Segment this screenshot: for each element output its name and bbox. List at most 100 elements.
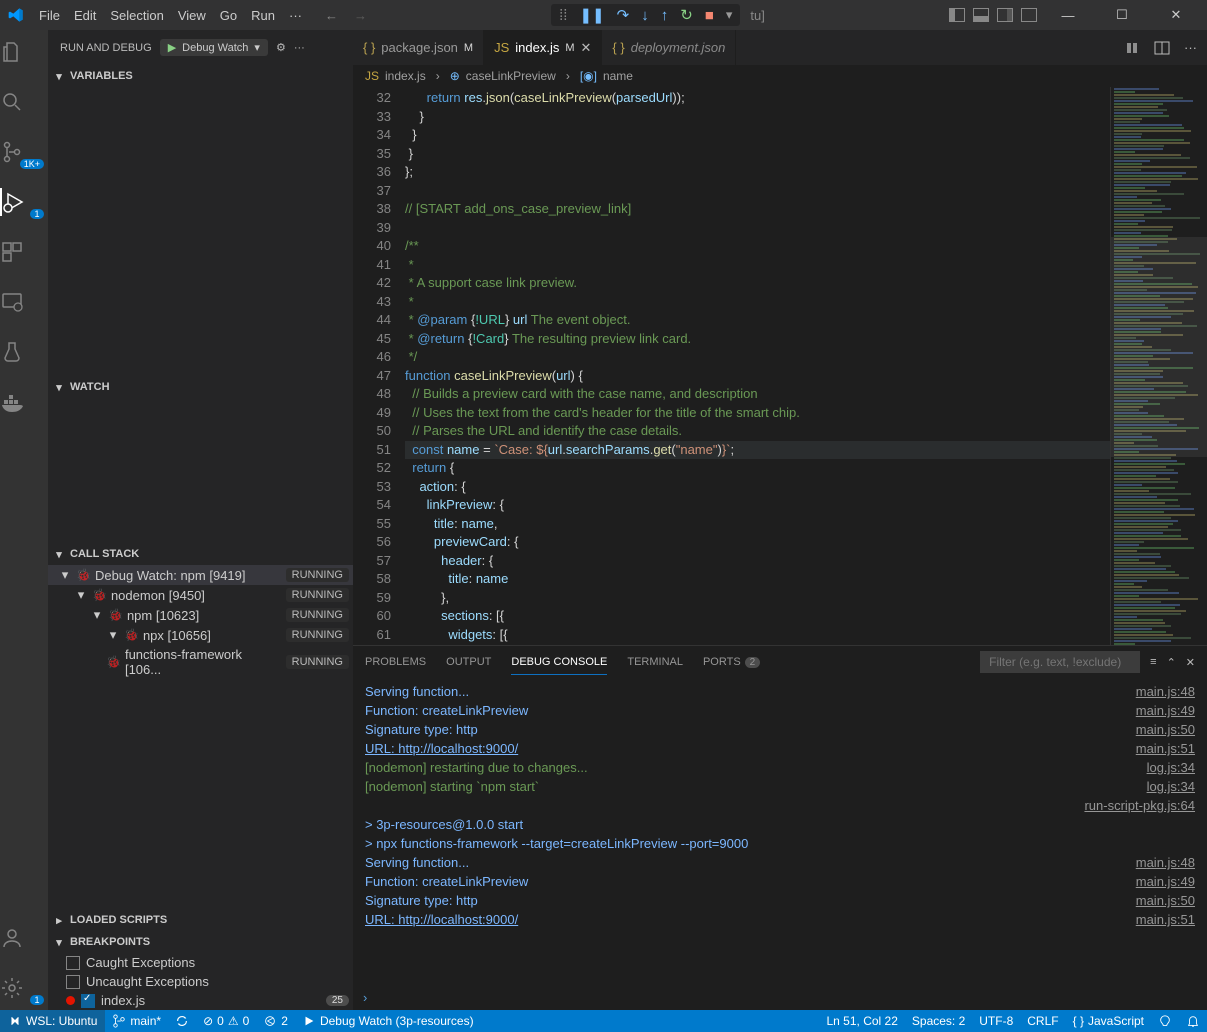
- section-variables[interactable]: VARIABLES: [48, 65, 353, 87]
- callstack-item[interactable]: 🐞npm [10623]RUNNING: [48, 605, 353, 625]
- breadcrumbs[interactable]: JS index.js ⊕caseLinkPreview [◉]name: [353, 65, 1207, 87]
- status-encoding[interactable]: UTF-8: [972, 1010, 1020, 1032]
- menu-edit[interactable]: Edit: [67, 8, 103, 23]
- step-out-icon[interactable]: ↑: [661, 7, 669, 24]
- nav-forward-icon[interactable]: →: [354, 8, 367, 23]
- status-feedback-icon[interactable]: [1151, 1010, 1179, 1032]
- expand-panel-icon[interactable]: ⌃: [1167, 656, 1176, 669]
- status-ports[interactable]: 2: [256, 1010, 295, 1032]
- status-eol[interactable]: CRLF: [1020, 1010, 1065, 1032]
- callstack-item[interactable]: 🐞Debug Watch: npm [9419]RUNNING: [48, 565, 353, 585]
- status-cursor[interactable]: Ln 51, Col 22: [820, 1010, 905, 1032]
- menu-file[interactable]: File: [32, 8, 67, 23]
- docker-icon[interactable]: [0, 388, 48, 416]
- step-into-icon[interactable]: ↓: [641, 7, 649, 24]
- settings-icon[interactable]: 1: [0, 974, 48, 1002]
- stop-icon[interactable]: ■: [705, 7, 714, 24]
- tab-package-json[interactable]: { }package.jsonM: [353, 30, 484, 65]
- close-panel-icon[interactable]: ✕: [1186, 656, 1195, 669]
- console-source-link[interactable]: main.js:51: [1136, 910, 1195, 929]
- source-control-icon[interactable]: 1K+: [0, 138, 48, 166]
- close-button[interactable]: ✕: [1153, 0, 1199, 30]
- title-search-fragment[interactable]: tu]: [750, 8, 764, 23]
- accounts-icon[interactable]: [0, 924, 48, 952]
- debug-target-chevron[interactable]: ▾: [726, 7, 733, 23]
- tab-output[interactable]: OUTPUT: [446, 650, 491, 674]
- drag-handle-icon[interactable]: ⁞⁞: [559, 7, 567, 24]
- menu-view[interactable]: View: [171, 8, 213, 23]
- console-source-link[interactable]: main.js:50: [1136, 720, 1195, 739]
- console-source-link[interactable]: main.js:49: [1136, 872, 1195, 891]
- config-gear-icon[interactable]: ⚙: [276, 41, 286, 54]
- menu-selection[interactable]: Selection: [103, 8, 170, 23]
- status-debug-target[interactable]: Debug Watch (3p-resources): [295, 1010, 481, 1032]
- console-source-link[interactable]: log.js:34: [1147, 777, 1195, 796]
- run-debug-icon[interactable]: 1: [0, 188, 48, 216]
- status-spaces[interactable]: Spaces: 2: [905, 1010, 972, 1032]
- breakpoint-uncaught[interactable]: Uncaught Exceptions: [48, 972, 353, 991]
- filter-icon[interactable]: ≡: [1150, 656, 1156, 668]
- more-icon[interactable]: ···: [294, 42, 305, 54]
- layout-left-icon[interactable]: [949, 8, 965, 22]
- menu-overflow[interactable]: ···: [282, 8, 309, 23]
- section-watch[interactable]: WATCH: [48, 376, 353, 398]
- repl-input[interactable]: ›: [353, 984, 1207, 1010]
- remote-explorer-icon[interactable]: [0, 288, 48, 316]
- tab-terminal[interactable]: TERMINAL: [627, 650, 683, 674]
- console-source-link[interactable]: run-script-pkg.js:64: [1084, 796, 1195, 815]
- minimize-button[interactable]: —: [1045, 0, 1091, 30]
- console-filter-input[interactable]: [980, 651, 1140, 673]
- console-source-link[interactable]: main.js:50: [1136, 891, 1195, 910]
- close-tab-icon[interactable]: ✕: [581, 40, 592, 56]
- minimap[interactable]: [1110, 87, 1207, 645]
- restart-icon[interactable]: ↻: [680, 6, 693, 24]
- layout-customize-icon[interactable]: [1021, 8, 1037, 22]
- layout-right-icon[interactable]: [997, 8, 1013, 22]
- tab-index-js[interactable]: JSindex.jsM✕: [484, 30, 602, 65]
- compare-icon[interactable]: [1124, 40, 1140, 56]
- play-icon: ▶: [168, 41, 176, 54]
- status-bell-icon[interactable]: [1179, 1010, 1207, 1032]
- status-language[interactable]: { }JavaScript: [1066, 1010, 1151, 1032]
- tab-ports[interactable]: PORTS2: [703, 650, 760, 674]
- status-sync[interactable]: [168, 1010, 196, 1032]
- tab-deployment-json[interactable]: { }deployment.json: [602, 30, 736, 65]
- search-icon[interactable]: [0, 88, 48, 116]
- code-editor[interactable]: return res.json(caseLinkPreview(parsedUr…: [405, 87, 1110, 645]
- step-over-icon[interactable]: ↷: [617, 6, 630, 24]
- breakpoint-caught[interactable]: Caught Exceptions: [48, 953, 353, 972]
- menu-go[interactable]: Go: [213, 8, 244, 23]
- split-editor-icon[interactable]: [1154, 40, 1170, 56]
- nav-back-icon[interactable]: ←: [325, 8, 338, 23]
- breakpoint-file[interactable]: index.js 25: [48, 991, 353, 1010]
- callstack-item[interactable]: 🐞npx [10656]RUNNING: [48, 625, 353, 645]
- section-breakpoints[interactable]: BREAKPOINTS: [48, 931, 353, 953]
- console-source-link[interactable]: main.js:48: [1136, 853, 1195, 872]
- console-source-link[interactable]: main.js:48: [1136, 682, 1195, 701]
- pause-icon[interactable]: ❚❚: [579, 6, 604, 24]
- maximize-button[interactable]: ☐: [1099, 0, 1145, 30]
- status-problems[interactable]: ⊘0 ⚠0: [196, 1010, 256, 1032]
- breakpoint-checkbox[interactable]: [81, 994, 95, 1008]
- tab-debug-console[interactable]: DEBUG CONSOLE: [511, 650, 607, 675]
- status-branch[interactable]: main*: [105, 1010, 168, 1032]
- debug-config-selector[interactable]: ▶ Debug Watch ▾: [160, 39, 268, 56]
- callstack-item[interactable]: 🐞nodemon [9450]RUNNING: [48, 585, 353, 605]
- more-actions-icon[interactable]: ···: [1184, 40, 1197, 55]
- section-loaded-scripts[interactable]: LOADED SCRIPTS: [48, 909, 353, 931]
- tab-problems[interactable]: PROBLEMS: [365, 650, 426, 674]
- line-gutter[interactable]: 3233343536373839404142434445464748495051…: [353, 87, 405, 645]
- layout-bottom-icon[interactable]: [973, 8, 989, 22]
- console-source-link[interactable]: main.js:51: [1136, 739, 1195, 758]
- explorer-icon[interactable]: [0, 38, 48, 66]
- remote-indicator[interactable]: WSL: Ubuntu: [0, 1010, 105, 1032]
- menu-run[interactable]: Run: [244, 8, 282, 23]
- section-callstack[interactable]: CALL STACK: [48, 543, 353, 565]
- extensions-icon[interactable]: [0, 238, 48, 266]
- debug-console[interactable]: Serving function...main.js:48Function: c…: [353, 678, 1207, 984]
- testing-icon[interactable]: [0, 338, 48, 366]
- callstack-item[interactable]: 🐞functions-framework [106...RUNNING: [48, 645, 353, 679]
- vscode-icon: [8, 7, 24, 23]
- console-source-link[interactable]: log.js:34: [1147, 758, 1195, 777]
- console-source-link[interactable]: main.js:49: [1136, 701, 1195, 720]
